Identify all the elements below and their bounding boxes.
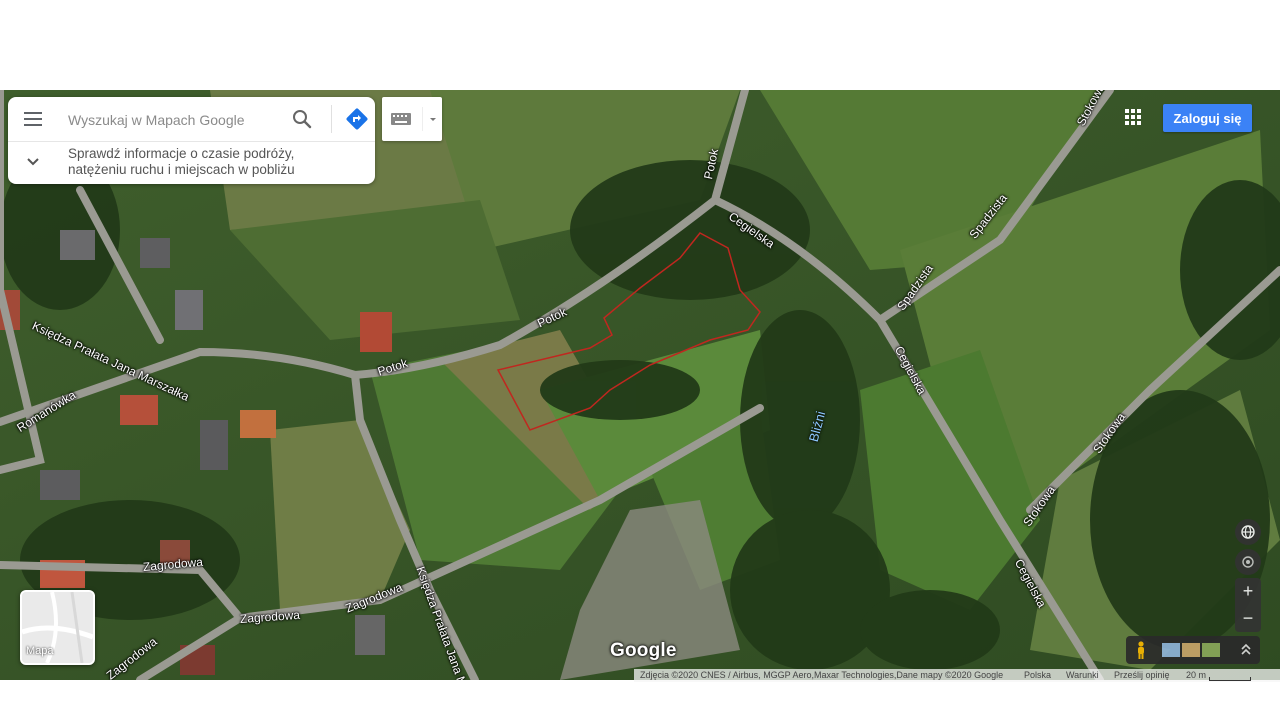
feedback-link[interactable]: Prześlij opinię [1114, 670, 1170, 680]
zoom-control: + − [1235, 578, 1261, 632]
expand-icon[interactable] [1238, 641, 1254, 659]
travel-info-text: Sprawdź informacje o czasie podróży, nat… [68, 146, 348, 178]
location-icon[interactable] [1235, 549, 1261, 575]
scale-label[interactable]: 20 m [1186, 670, 1206, 680]
apps-icon[interactable] [1124, 108, 1144, 128]
globe-icon[interactable] [1235, 519, 1261, 545]
login-button[interactable]: Zaloguj się [1163, 104, 1252, 132]
street-view-bar [1126, 636, 1260, 664]
info-line-1: Sprawdź informacje o czasie podróży, [68, 146, 295, 161]
input-tools [382, 97, 442, 141]
search-row [8, 97, 375, 142]
minimap-label: Mapa [26, 645, 54, 657]
google-logo: Google [610, 640, 677, 661]
search-icon[interactable] [290, 107, 314, 131]
input-tools-dropdown[interactable] [422, 107, 443, 131]
travel-info-row[interactable]: Sprawdź informacje o czasie podróży, nat… [8, 142, 375, 184]
keyboard-icon[interactable] [390, 112, 412, 126]
pegman-icon[interactable] [1135, 641, 1147, 659]
chevron-down-icon[interactable] [26, 154, 40, 168]
zoom-in-icon[interactable]: + [1235, 578, 1261, 605]
search-card: Sprawdź informacje o czasie podróży, nat… [8, 97, 375, 184]
menu-icon[interactable] [24, 112, 42, 126]
imagery-thumbnails[interactable] [1162, 643, 1222, 657]
map-layer-toggle[interactable]: Mapa [20, 590, 95, 665]
scale-bar [1209, 677, 1251, 681]
directions-icon[interactable] [344, 106, 370, 132]
country-link[interactable]: Polska [1024, 670, 1051, 680]
zoom-out-icon[interactable]: − [1235, 605, 1261, 632]
search-input[interactable] [66, 107, 280, 133]
attribution-bar: Zdjęcia ©2020 CNES / Airbus, MGGP Aero,M… [634, 669, 1280, 682]
imagery-credit: Zdjęcia ©2020 CNES / Airbus, MGGP Aero,M… [640, 670, 1004, 680]
terms-link[interactable]: Warunki [1066, 670, 1099, 680]
info-line-2: natężeniu ruchu i miejscach w pobliżu [68, 162, 295, 177]
divider [331, 105, 332, 133]
